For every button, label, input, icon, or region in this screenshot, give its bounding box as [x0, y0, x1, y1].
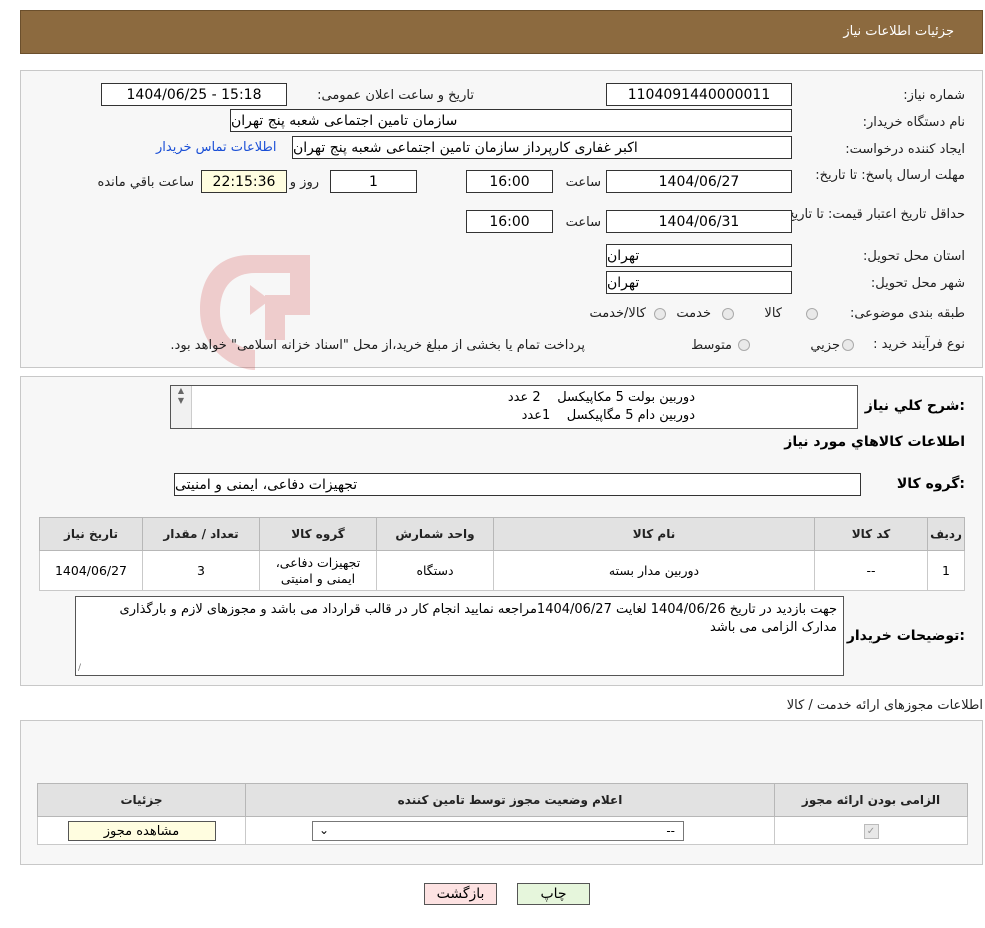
cell-permit-details: مشاهده مجوز [37, 816, 246, 845]
category-option-goods: کالا [764, 306, 782, 321]
cell-permit-status: ⌄ -- [245, 816, 775, 845]
goods-section-title: اطلاعات کالاهاي مورد نياز [784, 434, 965, 450]
cell-row: 1 [927, 550, 965, 591]
process-option-medium: متوسط [691, 338, 732, 353]
city-label: شهر محل تحویل: [870, 276, 965, 291]
permit-status-select[interactable]: ⌄ -- [312, 820, 684, 841]
table-row: 1 -- دوربین مدار بسته دستگاه تجهیزات دفا… [39, 550, 965, 591]
goods-group-label: گروه کالا: [896, 476, 965, 492]
validity-time-field: 16:00 [466, 210, 553, 233]
col-permit-details: جزئیات [37, 783, 246, 817]
cell-permit-required: ✓ [774, 816, 968, 845]
cell-date: 1404/06/27 [39, 550, 143, 591]
remaining-time-field: 22:15:36 [201, 170, 287, 193]
col-permit-status: اعلام وضعیت مجوز توسط تامین کننده [245, 783, 775, 817]
process-note: پرداخت تمام یا بخشی از مبلغ خرید،از محل … [170, 338, 585, 353]
category-option-both: کالا/خدمت [589, 306, 646, 321]
back-button[interactable]: بازگشت [424, 883, 497, 905]
required-checkbox[interactable]: ✓ [863, 824, 879, 839]
deadline-label: مهلت ارسال پاسخ: تا تاریخ: [815, 168, 965, 183]
buyer-notes-textarea[interactable]: جهت بازدید در تاریخ 1404/06/26 لغایت 140… [75, 596, 844, 676]
process-radio-medium[interactable] [738, 339, 750, 351]
need-number-label: شماره نیاز: [903, 88, 965, 103]
buyer-notes-label: توضیحات خریدار: [846, 628, 965, 644]
page-title: جزئیات اطلاعات نیاز [843, 24, 954, 39]
category-label: طبقه بندی موضوعی: [849, 306, 965, 321]
description-line-2: دوربین دام 5 مگاپیکسل 1عدد [521, 408, 695, 423]
cell-group: تجهیزات دفاعی، ایمنی و امنیتی [259, 550, 377, 591]
announce-label: تاریخ و ساعت اعلان عمومی: [317, 88, 474, 103]
buyer-org-field: سازمان تامین اجتماعی شعبه پنج تهران [230, 109, 792, 132]
page-header: جزئیات اطلاعات نیاز [20, 10, 983, 54]
validity-label: حداقل تاریخ اعتبار قیمت: تا تاریخ: [781, 207, 965, 222]
category-radio-goods[interactable] [806, 308, 818, 320]
validity-date-field: 1404/06/31 [606, 210, 792, 233]
cell-code: -- [814, 550, 928, 591]
cell-unit: دستگاه [376, 550, 494, 591]
process-label: نوع فرآیند خرید : [873, 337, 965, 352]
deadline-date-field: 1404/06/27 [606, 170, 792, 193]
description-line-1: دوربین بولت 5 مکاپیکسل 2 عدد [507, 390, 695, 405]
cell-qty: 3 [142, 550, 260, 591]
process-radio-minor[interactable] [842, 339, 854, 351]
creator-label: ایجاد کننده درخواست: [845, 142, 965, 157]
category-radio-service[interactable] [722, 308, 734, 320]
print-button[interactable]: چاپ [517, 883, 590, 905]
announce-field: 1404/06/25 - 15:18 [101, 83, 287, 106]
table-row: ✓ ⌄ -- مشاهده مجوز [37, 816, 968, 845]
permits-section-title: اطلاعات مجوزهای ارائه خدمت / کالا [786, 698, 983, 713]
col-qty: تعداد / مقدار [142, 517, 260, 551]
permits-table-header: الزامی بودن ارائه مجوز اعلام وضعیت مجوز … [37, 783, 968, 817]
goods-table: رديف کد کالا نام کالا واحد شمارش گروه کا… [39, 517, 965, 591]
col-group: گروه کالا [259, 517, 377, 551]
need-number-field: 1104091440000011 [606, 83, 792, 106]
description-textarea[interactable]: ▲ ▼ دوربین بولت 5 مکاپیکسل 2 عدد دوربین د… [170, 385, 858, 429]
category-radio-both[interactable] [654, 308, 666, 320]
days-label: روز و [289, 175, 319, 190]
col-code: کد کالا [814, 517, 928, 551]
description-label: شرح کلي نياز: [864, 398, 965, 414]
category-option-service: خدمت [676, 306, 711, 321]
days-field: 1 [330, 170, 417, 193]
buyer-contact-link[interactable]: اطلاعات تماس خریدار [156, 140, 276, 155]
deadline-time-label: ساعت [565, 175, 601, 190]
goods-group-field: تجهیزات دفاعی، ایمنی و امنیتی [174, 473, 861, 496]
process-option-minor: جزيي [810, 338, 840, 353]
remaining-label: ساعت باقي مانده [97, 175, 194, 190]
city-field: تهران [606, 271, 792, 294]
chevron-down-icon: ⌄ [319, 822, 330, 837]
col-name: نام کالا [493, 517, 815, 551]
province-label: استان محل تحویل: [863, 249, 965, 264]
col-row: رديف [927, 517, 965, 551]
cell-name: دوربین مدار بسته [493, 550, 815, 591]
permit-status-value: -- [666, 823, 675, 838]
permits-table: الزامی بودن ارائه مجوز اعلام وضعیت مجوز … [37, 783, 968, 845]
deadline-time-field: 16:00 [466, 170, 553, 193]
view-permit-button[interactable]: مشاهده مجوز [67, 820, 216, 841]
col-permit-required: الزامی بودن ارائه مجوز [774, 783, 968, 817]
col-date: تاریخ نیاز [39, 517, 143, 551]
description-scrollbar[interactable]: ▲ ▼ [171, 386, 192, 428]
creator-field: اکبر غفاری کارپرداز سازمان تامین اجتماعی… [292, 136, 792, 159]
goods-table-header: رديف کد کالا نام کالا واحد شمارش گروه کا… [39, 517, 965, 551]
buyer-notes-text: جهت بازدید در تاریخ 1404/06/26 لغایت 140… [119, 602, 837, 635]
province-field: تهران [606, 244, 792, 267]
col-unit: واحد شمارش [376, 517, 494, 551]
validity-time-label: ساعت [565, 215, 601, 230]
resize-handle-icon[interactable]: ∕ [78, 663, 81, 673]
buyer-org-label: نام دستگاه خریدار: [862, 115, 965, 130]
